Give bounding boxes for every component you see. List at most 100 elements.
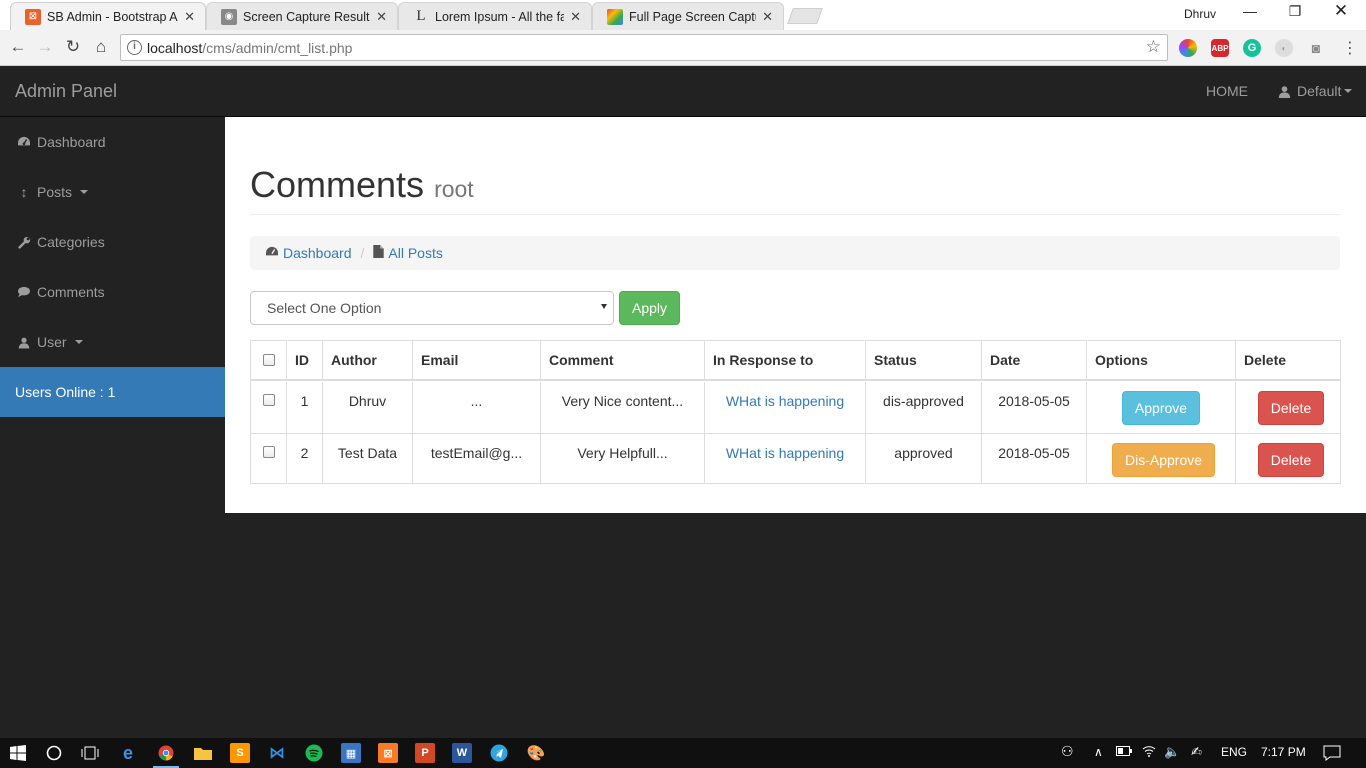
header-options: Options: [1086, 341, 1235, 379]
close-tab-icon[interactable]: ✕: [762, 9, 773, 25]
pen-ink-icon[interactable]: ✍: [1191, 744, 1202, 760]
breadcrumb-all-posts[interactable]: All Posts: [373, 245, 443, 261]
breadcrumb: Dashboard / All Posts: [250, 236, 1340, 270]
people-icon[interactable]: ⚇: [1061, 743, 1074, 760]
browser-tab-screen-capture[interactable]: ◉ Screen Capture Result ✕: [206, 2, 398, 30]
forward-icon[interactable]: →: [35, 37, 55, 57]
header-response: In Response to: [704, 341, 865, 379]
brand[interactable]: Admin Panel: [15, 81, 117, 102]
xampp-favicon-icon: ⊠: [25, 8, 41, 25]
close-tab-icon[interactable]: ✕: [376, 9, 387, 25]
show-hidden-icons-icon[interactable]: ∧: [1094, 745, 1103, 759]
info-icon[interactable]: i: [127, 40, 142, 55]
sidebar-item-comments[interactable]: Comments: [0, 267, 225, 317]
cell-response: WHat is happening: [704, 434, 865, 484]
adblock-extension-icon[interactable]: ABP: [1211, 39, 1229, 57]
camera-extension-icon[interactable]: ◙: [1307, 39, 1325, 57]
bulk-options-select[interactable]: Select One Option: [250, 291, 614, 325]
apply-button[interactable]: Apply: [619, 291, 680, 325]
xampp-icon[interactable]: ⊠: [378, 743, 398, 763]
response-post-link[interactable]: WHat is happening: [726, 445, 844, 461]
close-tab-icon[interactable]: ✕: [570, 9, 581, 25]
select-all-checkbox[interactable]: [262, 354, 275, 366]
task-view-icon[interactable]: [80, 743, 100, 763]
wifi-icon[interactable]: [1142, 745, 1156, 760]
restore-icon[interactable]: ❐: [1280, 3, 1310, 20]
home-link[interactable]: HOME: [1206, 83, 1248, 99]
browser-tabstrip: ⊠ SB Admin - Bootstrap Ad ✕ ◉ Screen Cap…: [0, 0, 1366, 30]
bookmark-star-icon[interactable]: ☆: [1146, 37, 1161, 57]
cell-options: Approve: [1086, 382, 1235, 433]
row-checkbox[interactable]: [262, 446, 275, 458]
system-clock[interactable]: 7:17 PM: [1261, 745, 1306, 759]
color-picker-extension-icon[interactable]: [1179, 39, 1197, 57]
cell-options: Dis-Approve: [1086, 434, 1235, 484]
close-tab-icon[interactable]: ✕: [184, 9, 195, 25]
cell-author: Test Data: [322, 434, 412, 484]
caret-down-icon: [74, 340, 83, 344]
input-language[interactable]: ENG: [1221, 745, 1247, 759]
approve-button[interactable]: Approve: [1122, 391, 1200, 425]
user-icon: [1278, 85, 1291, 98]
sidebar-item-posts[interactable]: ↕ Posts: [0, 167, 225, 217]
new-tab-button[interactable]: [787, 8, 823, 24]
delete-button[interactable]: Delete: [1258, 443, 1324, 477]
response-post-link[interactable]: WHat is happening: [726, 393, 844, 409]
cell-email: testEmail@g...: [412, 434, 540, 484]
browser-tab-full-page[interactable]: Full Page Screen Capture ✕: [592, 2, 784, 30]
file-explorer-icon[interactable]: [193, 743, 213, 763]
reload-icon[interactable]: ↻: [63, 37, 83, 57]
telegram-icon[interactable]: [489, 743, 509, 763]
sidebar-item-categories[interactable]: Categories: [0, 217, 225, 267]
address-bar[interactable]: i localhost/cms/admin/cmt_list.php ☆: [120, 34, 1168, 61]
extension-icon[interactable]: ◐: [1275, 39, 1293, 57]
main-content: Comments root Dashboard / All Posts Sele…: [225, 117, 1366, 513]
table-row: 1 Dhruv ... Very Nice content... WHat is…: [251, 382, 1340, 433]
page-header: Comments root: [250, 165, 1340, 215]
sidebar-item-user[interactable]: User: [0, 317, 225, 367]
delete-button[interactable]: Delete: [1258, 391, 1324, 425]
back-icon[interactable]: ←: [8, 37, 28, 57]
browser-tab-lorem-ipsum[interactable]: L Lorem Ipsum - All the fac ✕: [398, 2, 592, 30]
wrench-icon: [17, 236, 31, 249]
cell-delete: Delete: [1235, 382, 1340, 433]
cell-status: dis-approved: [865, 382, 981, 433]
action-center-icon[interactable]: [1323, 745, 1341, 764]
vscode-icon[interactable]: ⋈: [267, 743, 287, 763]
windows-start-icon[interactable]: [8, 743, 28, 763]
sidebar: Dashboard ↕ Posts Categories Comments Us…: [0, 117, 225, 738]
table-row: 2 Test Data testEmail@g... Very Helpfull…: [251, 433, 1340, 484]
user-dropdown[interactable]: Default: [1278, 83, 1353, 99]
row-select-cell: [251, 434, 286, 484]
chrome-icon[interactable]: [156, 743, 176, 763]
browser-toolbar: ← → ↻ ⌂ i localhost/cms/admin/cmt_list.p…: [0, 30, 1366, 66]
minimize-icon[interactable]: —: [1235, 3, 1265, 19]
home-icon[interactable]: ⌂: [91, 37, 111, 57]
app-installer-icon[interactable]: ▦: [341, 743, 361, 763]
disapprove-button[interactable]: Dis-Approve: [1112, 443, 1215, 477]
url-text: localhost/cms/admin/cmt_list.php: [147, 40, 353, 56]
cell-delete: Delete: [1235, 434, 1340, 484]
browser-menu-icon[interactable]: ⋮: [1342, 38, 1358, 58]
spotify-icon[interactable]: [304, 743, 324, 763]
cell-date: 2018-05-05: [981, 434, 1086, 484]
powerpoint-icon[interactable]: P: [415, 743, 435, 763]
close-window-icon[interactable]: ✕: [1326, 1, 1356, 21]
header-email: Email: [412, 341, 540, 379]
cortana-search-icon[interactable]: [44, 743, 64, 763]
word-icon[interactable]: W: [452, 743, 472, 763]
chrome-store-favicon-icon: [607, 8, 623, 25]
battery-icon[interactable]: [1116, 745, 1132, 759]
edge-browser-icon[interactable]: e: [118, 743, 138, 763]
users-online-badge: Users Online : 1: [0, 367, 225, 417]
row-select-cell: [251, 382, 286, 433]
profile-name[interactable]: Dhruv: [1184, 7, 1216, 21]
sublime-text-icon[interactable]: S: [230, 743, 250, 763]
paint-icon[interactable]: 🎨: [526, 743, 546, 763]
breadcrumb-dashboard[interactable]: Dashboard: [265, 245, 352, 261]
row-checkbox[interactable]: [262, 394, 275, 406]
browser-tab-sb-admin[interactable]: ⊠ SB Admin - Bootstrap Ad ✕: [10, 2, 206, 30]
volume-icon[interactable]: 🔈: [1164, 744, 1180, 760]
sidebar-item-dashboard[interactable]: Dashboard: [0, 117, 225, 167]
grammarly-extension-icon[interactable]: G: [1243, 39, 1261, 57]
